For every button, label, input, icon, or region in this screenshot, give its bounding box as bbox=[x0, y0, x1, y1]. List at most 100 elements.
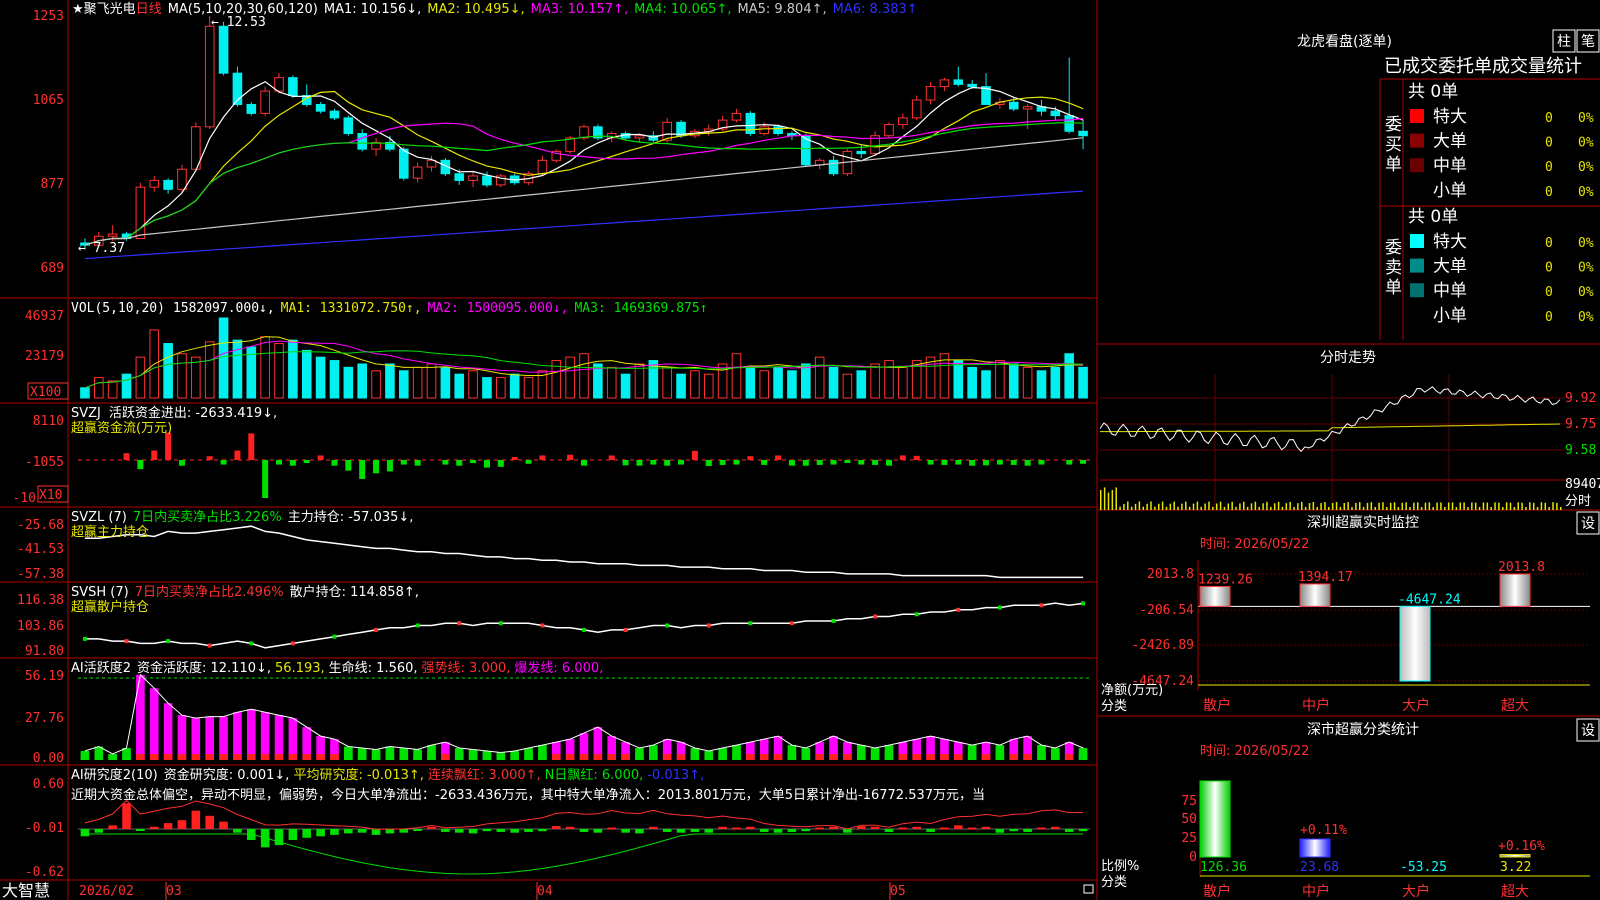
classify-pct-labels: +0.11% +0.16% bbox=[1300, 823, 1545, 854]
aiact-base-bar bbox=[482, 754, 492, 760]
aiact-base-bar bbox=[441, 754, 450, 760]
aiact-base-bar bbox=[302, 754, 312, 760]
svsh-marker bbox=[207, 643, 212, 648]
aires-bar bbox=[843, 829, 852, 833]
volume-bar bbox=[1036, 370, 1047, 399]
aires-bar bbox=[829, 826, 838, 829]
aiact-base-bar bbox=[898, 754, 908, 760]
aiact-bar bbox=[163, 703, 173, 760]
aiact-base-bar bbox=[524, 754, 533, 760]
aiact-base-bar bbox=[621, 754, 630, 760]
aires-bar bbox=[926, 829, 935, 832]
candle-body bbox=[398, 148, 409, 179]
aires-bar bbox=[205, 815, 214, 829]
aires-bar bbox=[815, 827, 824, 830]
row-value: 0 bbox=[1545, 160, 1553, 175]
svzl-tick: -41.53 bbox=[17, 542, 64, 557]
aires-bar bbox=[371, 829, 381, 835]
candle-body bbox=[288, 77, 298, 97]
candle-body bbox=[315, 103, 326, 112]
ai-activity-layer bbox=[78, 673, 1090, 760]
row-name: 特大 bbox=[1433, 232, 1467, 252]
intraday-vol-bar bbox=[1196, 501, 1199, 510]
date-label: 03 bbox=[166, 884, 182, 899]
intraday-vol-bar bbox=[1416, 502, 1419, 510]
aires-bar bbox=[482, 829, 492, 832]
intraday-vol-bar bbox=[1107, 492, 1110, 510]
intraday-vol-bar bbox=[1320, 503, 1322, 510]
aiact-base-bar bbox=[1064, 754, 1074, 760]
period-label: 日线 bbox=[136, 2, 162, 17]
intraday-vol-bar bbox=[1447, 502, 1450, 510]
aires-bar bbox=[870, 826, 880, 829]
intraday-vol-bar bbox=[1243, 501, 1245, 510]
classify-bar bbox=[1199, 780, 1231, 858]
classify-cat: 散户 bbox=[1203, 883, 1231, 900]
intraday-vol-bar bbox=[1173, 501, 1175, 510]
aires-bar bbox=[759, 829, 769, 832]
svzj-bar bbox=[151, 450, 158, 460]
svzj-bar bbox=[830, 460, 837, 465]
buy-label-3: 单 bbox=[1385, 155, 1402, 175]
ma5-value: MA5: 9.804↑, bbox=[737, 2, 826, 17]
aires-bar bbox=[1078, 829, 1088, 832]
intraday-vol-bar bbox=[1188, 506, 1191, 510]
intraday-vol-bar bbox=[1478, 506, 1481, 510]
intraday-vol-bar bbox=[1266, 501, 1268, 510]
sell-total: 共 0单 bbox=[1408, 207, 1458, 227]
svzl-tick: -25.68 bbox=[17, 518, 64, 533]
volume-bar bbox=[371, 370, 381, 399]
candle-body bbox=[218, 25, 229, 74]
svzj-bar bbox=[1010, 460, 1017, 465]
aires-bar bbox=[981, 826, 991, 829]
svzj-bar bbox=[1024, 460, 1031, 466]
aiact-tick: 56.19 bbox=[25, 669, 64, 684]
aiact-base-bar bbox=[80, 754, 90, 760]
volume-bar bbox=[842, 373, 853, 399]
svg-text:SVSH (7)7日内买卖净占比2.496%散户持仓: 11: SVSH (7) 7日内买卖净占比2.496% 散户持仓: 114.858↑, bbox=[71, 584, 419, 600]
aiact-base-bar bbox=[746, 754, 755, 760]
svsh-line bbox=[84, 602, 1084, 649]
intraday-vol-bar bbox=[1548, 506, 1550, 510]
classify-tick: 50 bbox=[1181, 812, 1197, 827]
svzj-bar bbox=[317, 455, 324, 460]
intraday-vol-bar bbox=[1297, 503, 1299, 510]
intraday-vol-bar bbox=[1308, 503, 1311, 510]
aires-bar bbox=[316, 829, 325, 837]
svzj-bar bbox=[858, 460, 865, 465]
lock-icon[interactable] bbox=[1083, 884, 1094, 894]
aiact-base-bar bbox=[177, 754, 187, 760]
intraday-vol-bar bbox=[1362, 506, 1365, 510]
row-pct: 0% bbox=[1578, 160, 1594, 175]
aires-bar bbox=[233, 829, 242, 833]
intraday-vol-bar bbox=[1119, 506, 1121, 510]
row-value: 0 bbox=[1545, 111, 1553, 126]
aiact-base-bar bbox=[884, 754, 894, 760]
classify-bottom-value: -53.25 bbox=[1400, 860, 1447, 875]
svzj-bar bbox=[788, 460, 795, 466]
intraday-vol-bar bbox=[1424, 502, 1427, 510]
svzj-bar bbox=[678, 460, 685, 465]
row-name: 小单 bbox=[1433, 181, 1467, 201]
intraday-vol-bar bbox=[1347, 502, 1349, 510]
candle-body bbox=[579, 126, 589, 139]
volume-bar bbox=[496, 377, 506, 399]
svzj-bar bbox=[289, 460, 296, 466]
volume-bar bbox=[468, 370, 478, 399]
intraday-vol-bar bbox=[1529, 502, 1531, 510]
monitor-cat: 散户 bbox=[1203, 697, 1231, 714]
aires-bar bbox=[441, 829, 450, 832]
ai-research-layer bbox=[78, 799, 1090, 875]
intraday-vol-bar bbox=[1293, 506, 1295, 510]
aiact-tick: 0.00 bbox=[33, 751, 64, 766]
price-tick: 689 bbox=[41, 261, 64, 276]
svg-text:SVZJ活跃资金进出: -2633.419↓,: SVZJ 活跃资金进出: -2633.419↓, bbox=[71, 405, 277, 421]
intraday-vol-bar bbox=[1304, 506, 1307, 510]
candle-body bbox=[204, 25, 215, 128]
classify-bottom-values: 126.36 23.68 -53.25 3.22 bbox=[1200, 860, 1531, 875]
candle-body bbox=[1064, 115, 1075, 132]
intraday-vol-bar bbox=[1482, 502, 1485, 510]
svzj-bar bbox=[345, 460, 352, 471]
vol-tick: 23179 bbox=[25, 349, 64, 364]
svsh-marker bbox=[166, 639, 171, 644]
